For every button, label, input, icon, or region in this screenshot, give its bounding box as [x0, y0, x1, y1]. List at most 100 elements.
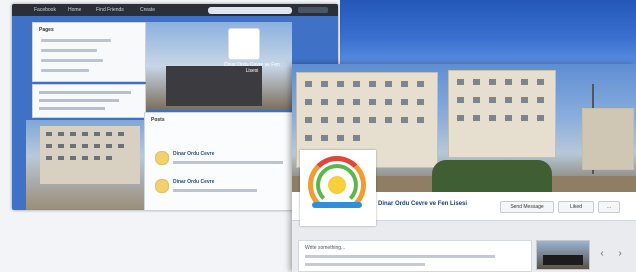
building-window	[521, 79, 528, 85]
building-window	[94, 132, 100, 136]
building-window	[457, 115, 464, 121]
building-window	[58, 132, 64, 136]
building-window	[82, 132, 88, 136]
building-window	[537, 79, 544, 85]
building-window	[505, 115, 512, 121]
info-text-line	[39, 107, 105, 110]
building-window	[401, 81, 408, 87]
composer-placeholder: Write something...	[305, 245, 346, 251]
front-facebook-page: Send Message Liked ... Dinar Ordu Cevre …	[292, 64, 636, 272]
building-window	[369, 117, 376, 123]
building-window	[537, 115, 544, 121]
building-window	[305, 117, 312, 123]
sidebar-item[interactable]	[41, 69, 89, 72]
sidebar-item[interactable]	[41, 49, 97, 52]
building-window	[385, 117, 392, 123]
building-window	[118, 132, 124, 136]
composer-line	[305, 255, 495, 258]
topbar-item-facebook[interactable]: Facebook	[34, 7, 56, 13]
building-window	[58, 156, 64, 160]
building-window	[521, 115, 528, 121]
building-window	[353, 81, 360, 87]
building-window	[106, 156, 112, 160]
send-message-button[interactable]: Send Message	[500, 201, 554, 213]
building-window	[505, 79, 512, 85]
sidebar-item[interactable]	[41, 39, 111, 42]
building-window	[473, 115, 480, 121]
building-window	[489, 97, 496, 103]
left-cover-photo: Dinar Ordu Cevre ve Fen Lisesi	[146, 22, 292, 110]
sidebar-item[interactable]	[41, 59, 103, 62]
building-window	[70, 132, 76, 136]
building-window	[305, 99, 312, 105]
building-window	[94, 156, 100, 160]
page-title[interactable]: Dinar Ordu Cevre ve Fen Lisesi	[378, 200, 488, 208]
building-window	[417, 99, 424, 105]
building-window	[337, 99, 344, 105]
info-text-line	[39, 99, 119, 102]
building-window	[337, 135, 344, 141]
building-window	[118, 144, 124, 148]
building-window	[353, 117, 360, 123]
photo-thumbnail[interactable]	[536, 240, 590, 270]
topbar-item-create[interactable]: Create	[140, 7, 155, 13]
building-window	[337, 117, 344, 123]
post-author[interactable]: Dinar Ordu Cevre	[173, 179, 214, 185]
building-window	[58, 144, 64, 148]
water-wave-icon	[312, 202, 362, 208]
building-shape	[40, 126, 140, 184]
topbar-item-find-friends[interactable]: Find Friends	[96, 7, 124, 13]
building-window	[521, 97, 528, 103]
left-sidebar: Pages	[32, 22, 146, 82]
liked-button[interactable]: Liked	[558, 201, 594, 213]
topbar-item-home[interactable]: Home	[68, 7, 81, 13]
building-window	[489, 115, 496, 121]
building-window	[106, 144, 112, 148]
building-window	[457, 79, 464, 85]
chevron-right-icon[interactable]: ›	[614, 248, 626, 260]
post-text-line	[173, 161, 283, 164]
building-window	[473, 79, 480, 85]
topbar-account-area[interactable]	[298, 7, 328, 13]
building-window	[401, 99, 408, 105]
building-window	[385, 81, 392, 87]
school-building-right	[448, 70, 556, 158]
avatar[interactable]	[155, 179, 169, 193]
left-building-photo	[26, 120, 148, 210]
building-window	[417, 81, 424, 87]
distant-building	[582, 108, 634, 170]
building-window	[305, 135, 312, 141]
post-text-line	[173, 189, 257, 192]
facebook-top-bar: Facebook Home Find Friends Create	[12, 4, 338, 16]
thumbnail-dark-area	[543, 255, 583, 265]
building-window	[321, 135, 328, 141]
building-window	[70, 156, 76, 160]
cover-page-name: Dinar Ordu Cevre ve Fen Lisesi	[224, 62, 280, 74]
building-window	[70, 144, 76, 148]
building-window	[106, 132, 112, 136]
more-button[interactable]: ...	[598, 201, 620, 213]
avatar[interactable]	[155, 151, 169, 165]
building-window	[457, 97, 464, 103]
building-window	[94, 144, 100, 148]
post-author[interactable]: Dinar Ordu Cevre	[173, 151, 214, 157]
building-window	[46, 156, 52, 160]
background-blue-screen	[340, 0, 636, 64]
building-window	[369, 81, 376, 87]
building-window	[385, 99, 392, 105]
building-window	[505, 97, 512, 103]
search-input[interactable]	[208, 7, 292, 14]
building-window	[489, 79, 496, 85]
post-composer[interactable]: Write something...	[298, 240, 532, 272]
chevron-left-icon[interactable]: ‹	[596, 248, 608, 260]
building-window	[417, 117, 424, 123]
info-text-line	[39, 91, 131, 94]
building-window	[337, 81, 344, 87]
building-window	[82, 156, 88, 160]
left-info-box	[32, 84, 146, 118]
building-window	[321, 81, 328, 87]
page-profile-picture[interactable]	[300, 150, 376, 226]
page-logo-small[interactable]	[228, 28, 260, 60]
building-window	[353, 135, 360, 141]
building-window	[369, 99, 376, 105]
